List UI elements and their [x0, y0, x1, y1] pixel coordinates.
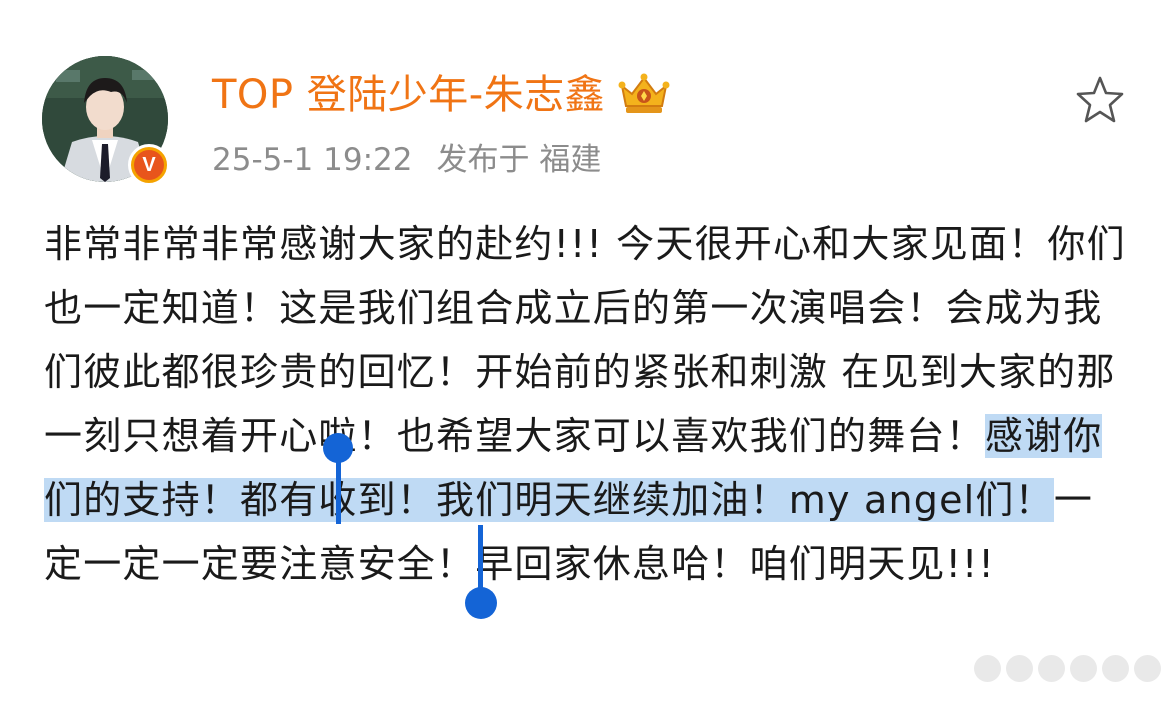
verified-badge: V — [128, 144, 170, 186]
post-time: 25-5-1 19:22 — [212, 142, 413, 178]
verified-badge-label: V — [134, 150, 164, 180]
selection-end-handle[interactable] — [465, 587, 497, 619]
post-text-before: 非常非常非常感谢大家的赴约!!! 今天很开心和大家见面！你们也一定知道！这是我们… — [44, 222, 1126, 458]
post-body[interactable]: 非常非常非常感谢大家的赴约!!! 今天很开心和大家见面！你们也一定知道！这是我们… — [44, 212, 1128, 596]
watermark — [974, 655, 1161, 682]
selection-start-stem — [336, 452, 341, 524]
author-name[interactable]: TOP 登陆少年-朱志鑫 — [212, 70, 605, 120]
crown-icon — [618, 73, 670, 113]
author-row: TOP 登陆少年-朱志鑫 — [212, 70, 671, 120]
star-icon[interactable] — [1073, 73, 1127, 127]
post-location: 发布于 福建 — [436, 142, 602, 178]
post-meta: 25-5-1 19:22 发布于 福建 — [212, 140, 601, 180]
